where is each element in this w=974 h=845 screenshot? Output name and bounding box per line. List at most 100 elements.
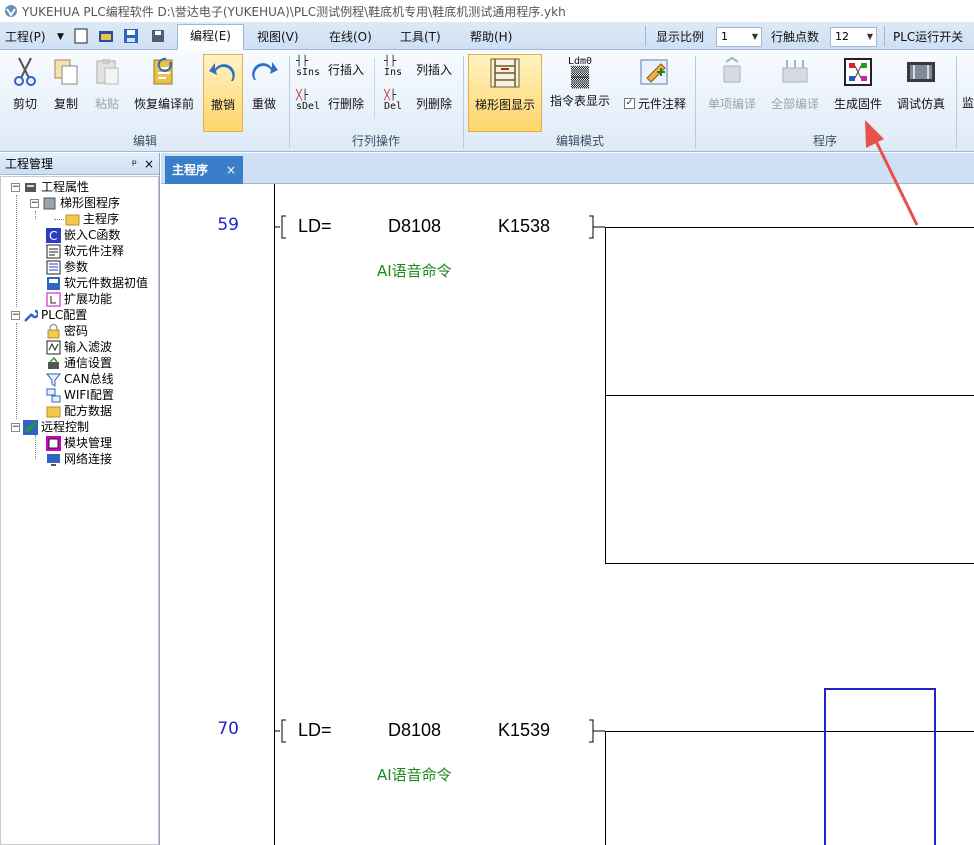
tree-item-input-filter[interactable]: 输入滤波 [46, 339, 112, 355]
tree-label: 扩展功能 [64, 292, 113, 306]
rung-operand-2[interactable]: K1539 [498, 720, 550, 741]
tree-item-extensions[interactable]: 扩展功能 [46, 291, 112, 307]
rung-wire [605, 227, 974, 228]
redo-button[interactable]: 重做 [245, 54, 283, 112]
tree-item-module-mgmt[interactable]: 模块管理 [46, 435, 112, 451]
rung-operand-2[interactable]: K1538 [498, 216, 550, 237]
tree-item-init-data[interactable]: 软元件数据初值 [46, 275, 148, 291]
menu-help[interactable]: 帮助(H) [470, 26, 512, 48]
tree-label: 软元件注释 [64, 244, 125, 258]
tab-label: 主程序 [172, 163, 209, 177]
tree-item-project-props[interactable]: − 工程属性 [11, 179, 89, 195]
new-file-icon[interactable] [73, 28, 89, 44]
tree-item-params[interactable]: 参数 [46, 259, 88, 275]
tree-item-plc-config[interactable]: − PLC配置 [11, 307, 87, 323]
save-icon[interactable] [123, 28, 139, 44]
tree-item-main-program[interactable]: 主程序 [65, 211, 119, 227]
plc-run-switch[interactable]: PLC运行开关 [893, 26, 963, 48]
menu-tools[interactable]: 工具(T) [400, 26, 441, 48]
elem-comment-checkbox[interactable]: ✓ [623, 98, 635, 109]
cut-label: 剪切 [12, 97, 37, 111]
ladder-canvas[interactable]: 59 LD= D8108 K1538 AI语音命令 70 LD= D8108 K… [161, 184, 974, 845]
menu-edit[interactable]: 编程(E) [177, 24, 244, 51]
tab-close-icon[interactable]: × [226, 156, 236, 184]
menu-project[interactable]: 工程(P) [5, 26, 46, 48]
tab-main-program[interactable]: 主程序 × [165, 156, 243, 184]
tree-item-ladder-program[interactable]: − 梯形图程序 [30, 195, 120, 211]
collapse-toggle-icon[interactable]: − [30, 198, 39, 208]
elem-comment-button[interactable]: ✓ 元件注释 [620, 54, 690, 112]
collapse-toggle-icon[interactable]: − [11, 310, 20, 320]
row-insert-button[interactable]: ┤├ sIns 行插入 [296, 56, 364, 82]
contacts-select[interactable]: 12 ▼ [830, 27, 877, 47]
icon-del-text: Del [384, 101, 403, 112]
rung-operand-1[interactable]: D8108 [388, 216, 441, 237]
row-delete-button[interactable]: ╳├ sDel 行删除 [296, 90, 364, 116]
pin-icon[interactable]: ᵖ [132, 153, 137, 175]
left-power-rail [274, 184, 275, 845]
rung-line-number: 59 [217, 215, 239, 235]
tree-item-remote[interactable]: − 远程控制 [11, 419, 89, 435]
copy-button[interactable]: 复制 [47, 54, 85, 112]
collapse-toggle-icon[interactable]: − [11, 422, 20, 432]
tree-label: 输入滤波 [64, 340, 113, 354]
branch-wire [605, 563, 974, 564]
rung-opcode[interactable]: LD= [298, 216, 332, 237]
single-compile-button[interactable]: 单项编译 [703, 54, 761, 112]
menu-dropdown-icon[interactable]: ▼ [57, 26, 64, 48]
tree-item-embed-c[interactable]: C 嵌入C函数 [46, 227, 120, 243]
debug-sim-button[interactable]: 调试仿真 [892, 54, 950, 112]
firmware-chip-icon [844, 58, 872, 86]
project-panel-header: 工程管理 ᵖ × [0, 153, 159, 175]
instr-view-button[interactable]: Ldm0 ▒▒▒ ▒▒▒ 指令表显示 [547, 54, 613, 109]
paste-icon [96, 59, 119, 85]
col-delete-button[interactable]: ╳├ Del 列删除 [384, 90, 452, 116]
undo-label: 撤销 [210, 98, 235, 112]
ladder-view-label: 梯形图显示 [474, 98, 535, 112]
save-as-icon[interactable] [150, 28, 166, 44]
tree-label: CAN总线 [64, 372, 114, 386]
row-delete-label: 行删除 [328, 96, 365, 111]
single-compile-icon [723, 56, 741, 83]
gen-firmware-button[interactable]: 生成固件 [829, 54, 887, 112]
rung-opcode[interactable]: LD= [298, 720, 332, 741]
ladder-program-icon [43, 197, 56, 209]
icon-ldm-text: Ldm0 [567, 56, 593, 67]
tree-item-comm-settings[interactable]: 通信设置 [46, 355, 112, 371]
monitor-button-partial[interactable]: 监 [962, 54, 974, 111]
tree-item-network[interactable]: 网络连接 [46, 451, 112, 467]
tree-item-wifi[interactable]: WIFI配置 [46, 387, 114, 403]
undo-button[interactable]: 撤销 [203, 54, 243, 132]
menu-view[interactable]: 视图(V) [257, 26, 299, 48]
close-icon[interactable]: × [144, 153, 154, 175]
tree-label: 配方数据 [64, 404, 113, 418]
menu-separator [645, 26, 646, 46]
col-insert-button[interactable]: ┤├ Ins 列插入 [384, 56, 452, 82]
rung-right-bracket [589, 215, 605, 239]
rung-operand-1[interactable]: D8108 [388, 720, 441, 741]
open-icon[interactable] [98, 28, 114, 44]
ladder-view-button[interactable]: 梯形图显示 [468, 54, 542, 132]
communication-icon [48, 356, 59, 369]
paste-button[interactable]: 粘贴 [88, 54, 126, 112]
collapse-toggle-icon[interactable]: − [11, 182, 20, 192]
tree-item-comments[interactable]: 软元件注释 [46, 243, 124, 259]
restore-button[interactable]: 恢复编译前 [130, 54, 198, 112]
cell-cursor[interactable] [824, 688, 936, 845]
tree-label: 参数 [64, 260, 89, 274]
cut-button[interactable]: 剪切 [6, 54, 44, 112]
full-compile-button[interactable]: 全部编译 [766, 54, 824, 112]
redo-label: 重做 [251, 97, 276, 111]
tree-item-recipe[interactable]: 配方数据 [46, 403, 112, 419]
scale-label: 显示比例 [656, 30, 705, 44]
elem-comment-label: 元件注释 [637, 97, 686, 111]
tree-item-password[interactable]: 密码 [46, 323, 88, 339]
tree-label: 远程控制 [41, 420, 90, 434]
c-function-icon: C [46, 227, 61, 243]
scale-select[interactable]: 1 ▼ [716, 27, 762, 47]
extension-icon [46, 292, 61, 306]
group-separator [695, 56, 696, 148]
menu-online[interactable]: 在线(O) [329, 26, 372, 48]
single-compile-label: 单项编译 [707, 97, 756, 111]
tree-item-can-bus[interactable]: CAN总线 [46, 371, 114, 387]
